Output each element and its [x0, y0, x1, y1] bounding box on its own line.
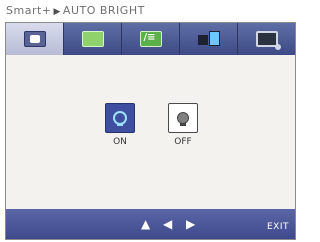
- color-icon: [81, 31, 104, 47]
- options-panel: ON OFF: [6, 55, 295, 209]
- option-on[interactable]: ON: [100, 103, 140, 147]
- footer-bar: ▲ ◀ ▶ EXIT: [6, 209, 295, 239]
- breadcrumb-arrow-icon: ▶: [53, 7, 61, 17]
- option-off[interactable]: OFF: [163, 103, 203, 147]
- monitor-icon: [255, 31, 281, 50]
- tab-monitor[interactable]: [238, 23, 295, 55]
- tab-bar: [6, 23, 295, 55]
- tab-tracking[interactable]: [122, 23, 180, 55]
- right-arrow-icon[interactable]: ▶: [186, 216, 195, 232]
- option-off-label: OFF: [174, 137, 192, 147]
- tab-color[interactable]: [64, 23, 122, 55]
- bulb-on-icon: [113, 111, 127, 126]
- exit-button[interactable]: EXIT: [267, 219, 289, 235]
- setup-icon: [197, 31, 220, 47]
- option-on-label: ON: [113, 137, 127, 147]
- left-arrow-icon[interactable]: ◀: [163, 216, 172, 232]
- option-off-button[interactable]: [168, 103, 198, 133]
- osd-window: ON OFF ▲ ◀ ▶ EXIT: [5, 22, 296, 240]
- tracking-icon: [139, 31, 162, 47]
- submenu-name: AUTO BRIGHT: [62, 4, 145, 17]
- tab-picture[interactable]: [6, 23, 64, 55]
- osd-breadcrumb: Smart+ ▶ AUTO BRIGHT: [6, 4, 145, 20]
- picture-icon: [23, 31, 46, 47]
- bulb-off-icon: [177, 112, 189, 126]
- tab-setup[interactable]: [180, 23, 238, 55]
- up-arrow-icon[interactable]: ▲: [141, 216, 150, 232]
- menu-name: Smart+: [6, 4, 52, 17]
- option-on-button[interactable]: [105, 103, 135, 133]
